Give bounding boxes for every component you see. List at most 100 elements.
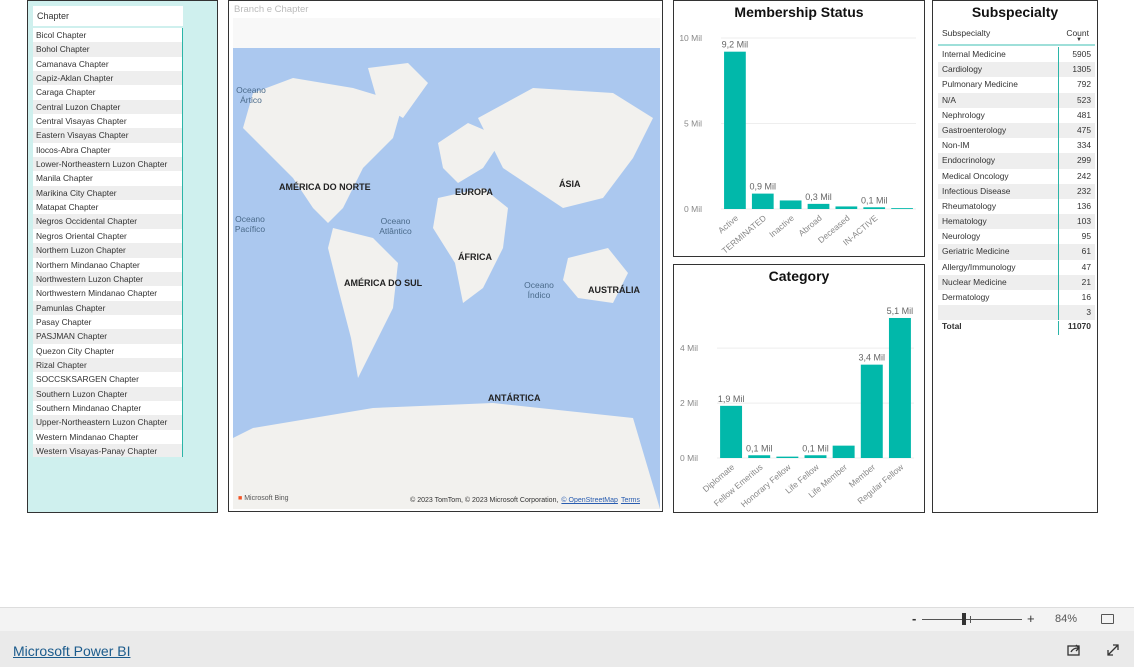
chapter-item[interactable]: Southern Mindanao Chapter: [33, 401, 182, 415]
data-label: 0,1 Mil: [802, 443, 829, 453]
chapter-item[interactable]: SOCCSKSARGEN Chapter: [33, 372, 182, 386]
bar[interactable]: [832, 445, 855, 458]
subspecialty-name: Non-IM: [942, 140, 970, 151]
table-title: Subspecialty: [971, 4, 1059, 20]
table-row[interactable]: Nuclear Medicine 21: [938, 274, 1095, 290]
table-row[interactable]: Nephrology 481: [938, 107, 1095, 123]
table-row[interactable]: Neurology 95: [938, 229, 1095, 245]
bar[interactable]: [720, 405, 743, 458]
chapter-item[interactable]: Northwestern Mindanao Chapter: [33, 286, 182, 300]
chapter-item[interactable]: Marikina City Chapter: [33, 185, 182, 201]
bar[interactable]: [804, 455, 827, 458]
table-row[interactable]: Geriatric Medicine 61: [938, 244, 1095, 260]
chapter-item[interactable]: Central Visayas Chapter: [33, 114, 182, 128]
chapter-list[interactable]: Bicol Chapter Bohol Chapter Camanava Chapt…: [33, 28, 183, 457]
label-atlantic-ocean: Oceano Atlântico: [379, 216, 412, 236]
table-row[interactable]: Cardiology 1305: [938, 62, 1095, 78]
chapter-item[interactable]: Capiz-Aklan Chapter: [33, 71, 182, 86]
zoom-in-button[interactable]: +: [1027, 611, 1035, 626]
subspecialty-name: Neurology: [942, 231, 981, 242]
bar[interactable]: [724, 51, 746, 210]
chapter-item[interactable]: Bohol Chapter: [33, 42, 182, 57]
chapter-item[interactable]: Negros Oriental Chapter: [33, 229, 182, 243]
label-arctic-ocean: Oceano Ártico: [236, 85, 266, 105]
chapter-item[interactable]: Northwestern Luzon Chapter: [33, 271, 182, 287]
chapter-item[interactable]: Western Mindanao Chapter: [33, 430, 182, 444]
zoom-out-button[interactable]: -: [912, 611, 916, 626]
chapter-item[interactable]: Northern Luzon Chapter: [33, 243, 182, 258]
chapter-item[interactable]: Matapat Chapter: [33, 200, 182, 214]
chapter-item[interactable]: Rizal Chapter: [33, 357, 182, 373]
table-body: Internal Medicine 5905 Cardiology 1305 Pulmo…: [938, 47, 1095, 321]
data-label: 0,1 Mil: [746, 443, 773, 453]
subspecialty-name: Nuclear Medicine: [942, 276, 1007, 287]
table-header: Subspecialty Count ▼: [938, 27, 1095, 46]
zoom-slider-thumb[interactable]: [962, 613, 966, 625]
world-map[interactable]: AMÉRICA DO NORTE EUROPA ÁSIA ÁFRICA AMÉR…: [233, 48, 660, 509]
terms-link[interactable]: Terms: [621, 497, 640, 504]
col-subspecialty[interactable]: Subspecialty: [942, 28, 990, 38]
fullscreen-icon[interactable]: [1106, 643, 1120, 657]
chapter-item[interactable]: Western Visayas-Panay Chapter: [33, 443, 182, 457]
subspecialty-name: Nephrology: [942, 109, 985, 120]
data-label: 0,1 Mil: [861, 195, 888, 205]
label-africa: ÁFRICA: [458, 252, 492, 262]
chapter-item[interactable]: Southern Luzon Chapter: [33, 386, 182, 401]
chapter-item[interactable]: Central Luzon Chapter: [33, 99, 182, 115]
bar[interactable]: [860, 364, 883, 458]
table-row[interactable]: Infectious Disease 232: [938, 183, 1095, 199]
bar[interactable]: [779, 200, 802, 209]
bar[interactable]: [807, 203, 830, 209]
y-tick-label: 0 Mil: [680, 453, 698, 463]
table-row[interactable]: Pulmonary Medicine 792: [938, 77, 1095, 93]
x-tick-label: Active: [716, 213, 740, 236]
chapter-item[interactable]: Manila Chapter: [33, 171, 182, 185]
osm-link[interactable]: © OpenStreetMap: [561, 497, 618, 504]
table-row[interactable]: Allergy/Immunology 47: [938, 259, 1095, 275]
chapter-item[interactable]: Caraga Chapter: [33, 85, 182, 99]
table-row[interactable]: Non-IM 334: [938, 138, 1095, 154]
bar[interactable]: [776, 456, 799, 458]
table-row[interactable]: N/A 523: [938, 92, 1095, 108]
table-row[interactable]: Medical Oncology 242: [938, 168, 1095, 184]
subspecialty-count: 1305: [1058, 62, 1095, 78]
bar[interactable]: [891, 208, 913, 209]
chapter-item[interactable]: PASJMAN Chapter: [33, 329, 182, 344]
zoom-slider[interactable]: [922, 619, 1022, 620]
table-row[interactable]: Endocrinology 299: [938, 153, 1095, 169]
chapter-item[interactable]: Ilocos-Abra Chapter: [33, 143, 182, 157]
chapter-item[interactable]: Quezon City Chapter: [33, 344, 182, 358]
bar[interactable]: [748, 455, 771, 458]
bar[interactable]: [751, 193, 774, 209]
chapter-item[interactable]: Pasay Chapter: [33, 315, 182, 329]
chapter-item[interactable]: Lower-Northeastern Luzon Chapter: [33, 157, 182, 172]
bar[interactable]: [835, 206, 858, 209]
chapter-item[interactable]: Negros Occidental Chapter: [33, 214, 182, 229]
subspecialty-count: 5905: [1058, 47, 1095, 63]
chapter-item[interactable]: Pamunlas Chapter: [33, 300, 182, 315]
power-bi-link[interactable]: Microsoft Power BI: [13, 643, 130, 659]
membership-status-chart: Membership Status 0 Mil 5 Mil 10 Mil 9,2 Mi…: [673, 0, 925, 257]
y-tick-label: 5 Mil: [684, 119, 702, 129]
slicer-title[interactable]: Chapter: [33, 6, 183, 26]
table-row[interactable]: Internal Medicine 5905: [938, 47, 1095, 63]
chapter-item[interactable]: Camanava Chapter: [33, 57, 182, 71]
chapter-item[interactable]: Bicol Chapter: [33, 28, 182, 42]
table-row[interactable]: Gastroenterology 475: [938, 122, 1095, 139]
chapter-item[interactable]: Upper-Northeastern Luzon Chapter: [33, 415, 182, 430]
chapter-item[interactable]: Eastern Visayas Chapter: [33, 128, 182, 143]
bar[interactable]: [888, 317, 911, 458]
subspecialty-name: Hematology: [942, 216, 987, 227]
table-row[interactable]: Rheumatology 136: [938, 198, 1095, 215]
table-row[interactable]: Hematology 103: [938, 214, 1095, 230]
table-row[interactable]: Dermatology 16: [938, 290, 1095, 306]
table-row[interactable]: 3: [938, 305, 1095, 321]
subspecialty-count: 299: [1058, 153, 1095, 169]
share-icon[interactable]: [1067, 643, 1081, 656]
chapter-item[interactable]: Northern Mindanao Chapter: [33, 258, 182, 272]
fit-to-page-icon[interactable]: [1101, 614, 1114, 624]
data-label: 1,9 Mil: [718, 394, 745, 404]
bar[interactable]: [863, 207, 886, 209]
label-antarctica: ANTÁRTICA: [488, 393, 541, 403]
label-europe: EUROPA: [455, 187, 493, 197]
